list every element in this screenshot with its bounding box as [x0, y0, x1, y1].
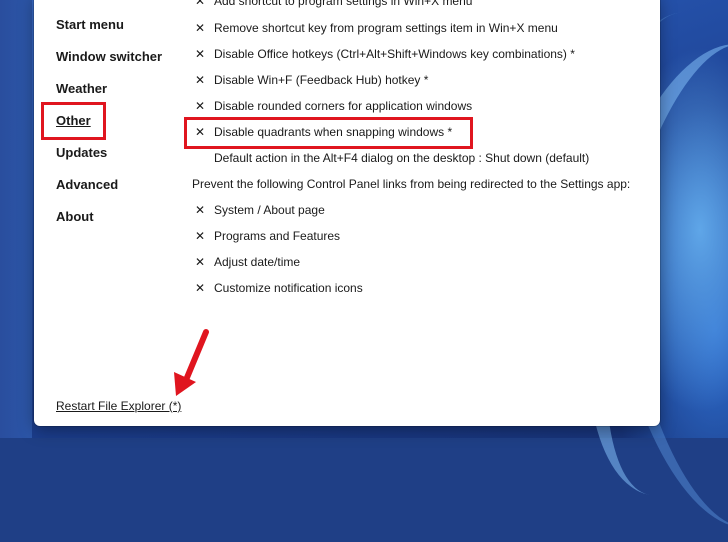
nav-item-window-switcher[interactable]: Window switcher: [56, 49, 162, 64]
setting-row[interactable]: ✕ Adjust date/time: [194, 255, 300, 269]
setting-row[interactable]: ✕ Remove shortcut key from program setti…: [194, 21, 558, 35]
annotation-box-quadrants: [184, 117, 473, 149]
section-heading-label: Prevent the following Control Panel link…: [192, 177, 631, 191]
setting-label: Customize notification icons: [214, 281, 363, 295]
disabled-x-icon: ✕: [194, 281, 206, 295]
properties-window: Start menu Window switcher Weather Other…: [34, 0, 660, 426]
setting-label: Remove shortcut key from program setting…: [214, 21, 558, 35]
nav-item-advanced[interactable]: Advanced: [56, 177, 118, 192]
restart-file-explorer-link[interactable]: Restart File Explorer (*): [56, 399, 181, 413]
disabled-x-icon: ✕: [194, 73, 206, 87]
setting-label: Adjust date/time: [214, 255, 301, 269]
setting-label: Disable rounded corners for application …: [214, 99, 473, 113]
setting-label: Disable Win+F (Feedback Hub) hotkey *: [214, 73, 429, 87]
disabled-x-icon: ✕: [194, 229, 206, 243]
setting-row[interactable]: ✕ Programs and Features: [194, 229, 340, 243]
disabled-x-icon: ✕: [194, 21, 206, 35]
nav-item-start-menu[interactable]: Start menu: [56, 17, 124, 32]
disabled-x-icon: ✕: [194, 203, 206, 217]
setting-row[interactable]: ✕ Disable rounded corners for applicatio…: [194, 99, 472, 113]
disabled-x-icon: ✕: [194, 255, 206, 269]
annotation-box-other: [41, 102, 106, 140]
nav-item-weather[interactable]: Weather: [56, 81, 107, 96]
nav-item-updates[interactable]: Updates: [56, 145, 107, 160]
setting-row[interactable]: ✕ Disable Office hotkeys (Ctrl+Alt+Shift…: [194, 47, 575, 61]
section-heading-control-panel: Prevent the following Control Panel link…: [192, 177, 630, 191]
setting-label: Disable Office hotkeys (Ctrl+Alt+Shift+W…: [214, 47, 575, 61]
setting-row[interactable]: ✕ System / About page: [194, 203, 325, 217]
disabled-x-icon: ✕: [194, 0, 206, 8]
setting-label: Programs and Features: [214, 229, 341, 243]
setting-row[interactable]: ✕ Disable Win+F (Feedback Hub) hotkey *: [194, 73, 428, 87]
nav-item-about[interactable]: About: [56, 209, 94, 224]
setting-label: Add shortcut to program settings in Win+…: [214, 0, 473, 8]
disabled-x-icon: ✕: [194, 47, 206, 61]
setting-label: Default action in the Alt+F4 dialog on t…: [214, 151, 590, 165]
setting-row[interactable]: ✕ Add shortcut to program settings in Wi…: [194, 0, 473, 8]
desktop-left-edge: [0, 0, 32, 438]
setting-label: System / About page: [214, 203, 325, 217]
setting-row[interactable]: ✕ Customize notification icons: [194, 281, 363, 295]
setting-row-alt-f4-default[interactable]: Default action in the Alt+F4 dialog on t…: [194, 151, 589, 165]
annotation-arrow-icon: [174, 329, 209, 396]
disabled-x-icon: ✕: [194, 99, 206, 113]
